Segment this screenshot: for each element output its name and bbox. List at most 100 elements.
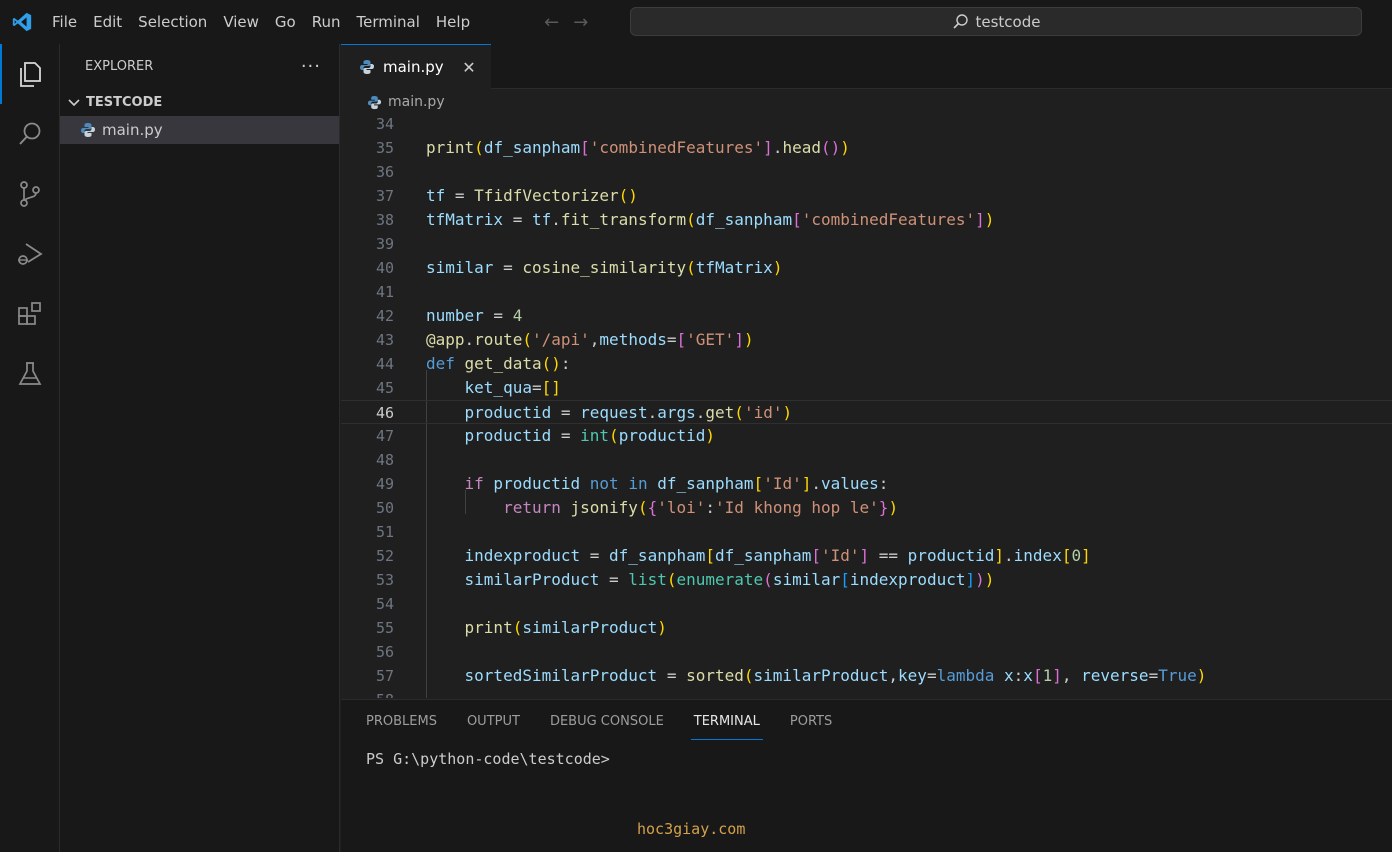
line-number: 39 bbox=[375, 235, 394, 253]
code-token: = bbox=[1148, 666, 1159, 685]
code-token: ] bbox=[994, 546, 1005, 565]
tab-problems[interactable]: PROBLEMS bbox=[366, 700, 452, 744]
code-token: methods bbox=[599, 330, 667, 349]
line-number: 49 bbox=[375, 475, 394, 493]
code-line[interactable]: 46 productid = request.args.get('id') bbox=[341, 400, 1392, 424]
code-token: = bbox=[445, 186, 475, 205]
code-token: = bbox=[503, 210, 532, 229]
search-icon[interactable] bbox=[0, 104, 60, 164]
code-line[interactable]: 47 productid = int(productid) bbox=[341, 424, 1392, 448]
code-line[interactable]: 57 sortedSimilarProduct = sorted(similar… bbox=[341, 664, 1392, 688]
code-line[interactable]: 34 bbox=[341, 115, 1392, 136]
code-token: = bbox=[657, 666, 687, 685]
menu-go[interactable]: Go bbox=[267, 0, 304, 44]
back-arrow-icon[interactable]: ← bbox=[544, 12, 559, 33]
line-number: 42 bbox=[375, 307, 394, 325]
code-line[interactable]: 42 number = 4 bbox=[341, 304, 1392, 328]
code-line[interactable]: 39 bbox=[341, 232, 1392, 256]
code-token: ) bbox=[705, 426, 716, 445]
tab-terminal[interactable]: TERMINAL bbox=[679, 700, 775, 744]
menu-run[interactable]: Run bbox=[304, 0, 349, 44]
line-number: 51 bbox=[375, 523, 394, 541]
menu-selection[interactable]: Selection bbox=[130, 0, 215, 44]
tab-output[interactable]: OUTPUT bbox=[452, 700, 535, 744]
code-token: number bbox=[426, 306, 484, 325]
code-token: productid bbox=[464, 426, 552, 445]
run-debug-icon[interactable] bbox=[0, 224, 60, 284]
code-line[interactable]: 56 bbox=[341, 640, 1392, 664]
code-line[interactable]: 38 tfMatrix = tf.fit_transform(df_sanpham… bbox=[341, 208, 1392, 232]
code-token: ( bbox=[522, 330, 532, 349]
code-text: tf = TfidfVectorizer() bbox=[426, 184, 638, 208]
explorer-icon[interactable] bbox=[0, 44, 60, 104]
forward-arrow-icon[interactable]: → bbox=[573, 12, 588, 33]
explorer-header: EXPLORER ··· bbox=[60, 44, 339, 88]
explorer-sidebar: EXPLORER ··· TESTCODE main.py bbox=[60, 44, 340, 852]
code-line[interactable]: 50 return jsonify({'loi':'Id khong hop l… bbox=[341, 496, 1392, 520]
code-line[interactable]: 53 similarProduct = list(enumerate(simil… bbox=[341, 568, 1392, 592]
code-line[interactable]: 43 @app.route('/api',methods=['GET']) bbox=[341, 328, 1392, 352]
search-box[interactable]: testcode bbox=[630, 7, 1362, 36]
tab-main-py[interactable]: main.py ✕ bbox=[341, 44, 491, 89]
code-line[interactable]: 58 bbox=[341, 688, 1392, 698]
close-icon[interactable]: ✕ bbox=[459, 57, 479, 77]
file-main-py[interactable]: main.py bbox=[60, 116, 339, 144]
code-line[interactable]: 55 print(similarProduct) bbox=[341, 616, 1392, 640]
code-line[interactable]: 40 similar = cosine_similarity(tfMatrix) bbox=[341, 256, 1392, 280]
code-token: productid bbox=[464, 403, 552, 422]
menu-help[interactable]: Help bbox=[428, 0, 478, 44]
code-token: sortedSimilarProduct bbox=[464, 666, 658, 685]
code-line[interactable]: 49 if productid not in df_sanpham['Id'].… bbox=[341, 472, 1392, 496]
code-token: ) bbox=[772, 258, 783, 277]
more-actions-button[interactable]: ··· bbox=[301, 56, 321, 77]
menu-terminal[interactable]: Terminal bbox=[349, 0, 428, 44]
line-number: 41 bbox=[375, 283, 394, 301]
code-token: : bbox=[705, 498, 716, 517]
code-token: { bbox=[647, 498, 658, 517]
line-number: 47 bbox=[375, 427, 394, 445]
code-token: lambda bbox=[936, 666, 995, 685]
code-token: productid bbox=[907, 546, 995, 565]
code-line[interactable]: 36 bbox=[341, 160, 1392, 184]
menu-bar: File Edit Selection View Go Run Terminal Help bbox=[44, 0, 478, 44]
code-token: ( bbox=[512, 618, 523, 637]
code-token: [ bbox=[840, 570, 850, 589]
code-line[interactable]: 54 bbox=[341, 592, 1392, 616]
menu-file[interactable]: File bbox=[44, 0, 85, 44]
line-number: 57 bbox=[375, 667, 394, 685]
code-token: @app bbox=[426, 330, 465, 349]
code-token: sorted bbox=[686, 666, 744, 685]
code-line[interactable]: 41 bbox=[341, 280, 1392, 304]
code-token: head bbox=[782, 138, 821, 157]
tab-debug-console[interactable]: DEBUG CONSOLE bbox=[535, 700, 679, 744]
watermark-text: hoc3giay.com bbox=[637, 820, 746, 838]
vscode-logo-icon bbox=[0, 0, 44, 44]
testing-flask-icon[interactable] bbox=[0, 344, 60, 404]
code-text: print(df_sanpham['combinedFeatures'].hea… bbox=[426, 136, 850, 160]
extensions-icon[interactable] bbox=[0, 284, 60, 344]
code-line[interactable]: 48 bbox=[341, 448, 1392, 472]
code-token: () bbox=[618, 186, 638, 205]
folder-testcode[interactable]: TESTCODE bbox=[60, 88, 339, 116]
code-token: similarProduct bbox=[464, 570, 600, 589]
tab-ports[interactable]: PORTS bbox=[775, 700, 847, 744]
code-line[interactable]: 37 tf = TfidfVectorizer() bbox=[341, 184, 1392, 208]
menu-edit[interactable]: Edit bbox=[85, 0, 130, 44]
code-line[interactable]: 52 indexproduct = df_sanpham[df_sanpham[… bbox=[341, 544, 1392, 568]
menu-view[interactable]: View bbox=[215, 0, 267, 44]
line-number: 37 bbox=[375, 187, 394, 205]
code-token: ( bbox=[743, 666, 754, 685]
code-token: . bbox=[464, 330, 475, 349]
code-line[interactable]: 35 print(df_sanpham['combinedFeatures'].h… bbox=[341, 136, 1392, 160]
code-line[interactable]: 51 bbox=[341, 520, 1392, 544]
code-line[interactable]: 44 def get_data(): bbox=[341, 352, 1392, 376]
source-control-icon[interactable] bbox=[0, 164, 60, 224]
code-editor[interactable]: 34 35 print(df_sanpham['combinedFeatures']… bbox=[341, 115, 1392, 698]
line-number: 50 bbox=[375, 499, 394, 517]
code-line[interactable]: 45 ket_qua=[] bbox=[341, 376, 1392, 400]
code-token: ] bbox=[965, 570, 976, 589]
breadcrumb[interactable]: main.py bbox=[341, 89, 1392, 115]
terminal-prompt[interactable]: PS G:\python-code\testcode> bbox=[366, 750, 610, 768]
